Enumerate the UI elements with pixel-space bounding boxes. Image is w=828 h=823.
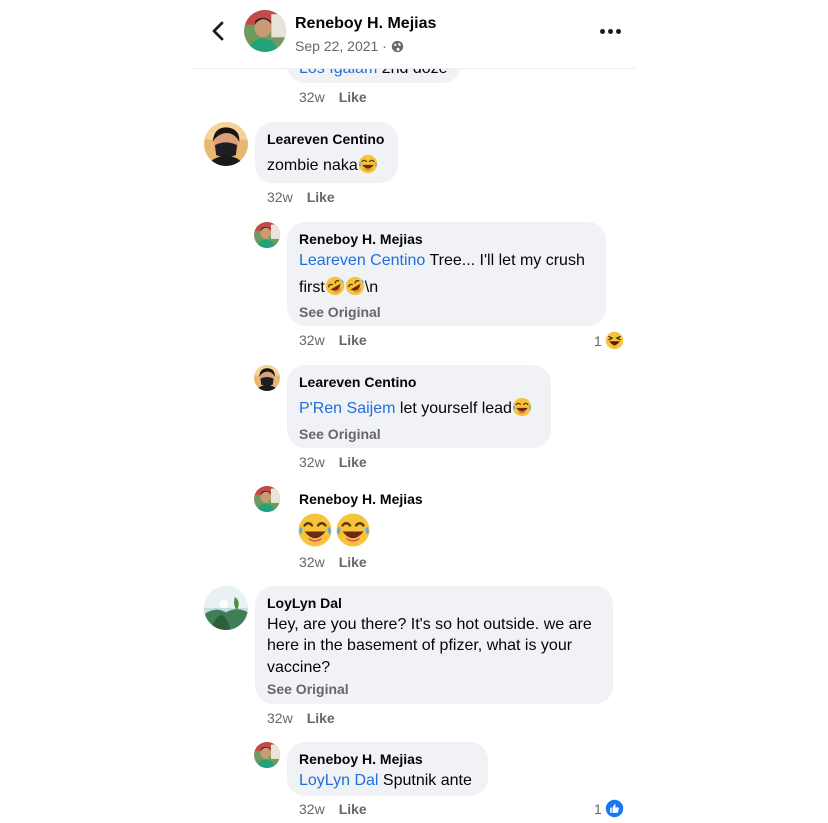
comment-meta: 32w Like bbox=[299, 801, 367, 817]
tears-of-joy-icon bbox=[297, 512, 333, 548]
commenter-name[interactable]: Reneboy H. Mejias bbox=[299, 231, 423, 247]
author-avatar[interactable] bbox=[244, 10, 286, 52]
comment-time[interactable]: 32w bbox=[299, 801, 325, 817]
comment-text: P'Ren Saijem let yourself lead bbox=[299, 398, 532, 419]
mention-link[interactable]: LoyLyn Dal bbox=[299, 772, 378, 789]
comment-time[interactable]: 32w bbox=[299, 454, 325, 470]
like-button[interactable]: Like bbox=[307, 710, 335, 726]
post-header: Reneboy H. Mejias Sep 22, 2021 · bbox=[192, 0, 636, 69]
comment-meta: 32w Like bbox=[299, 332, 367, 348]
comment-time[interactable]: 32w bbox=[299, 554, 325, 570]
post-date[interactable]: Sep 22, 2021 · bbox=[295, 38, 387, 54]
like-button[interactable]: Like bbox=[339, 89, 367, 105]
like-button[interactable]: Like bbox=[339, 332, 367, 348]
tears-of-joy-icon bbox=[335, 512, 371, 548]
rolling-laugh-icon bbox=[325, 276, 345, 296]
comment-text-line: first \n bbox=[299, 277, 378, 298]
comment-text: LoyLyn Dal Sputnik ante bbox=[299, 772, 472, 789]
commenter-name[interactable]: Leareven Centino bbox=[267, 131, 384, 147]
rolling-laugh-icon bbox=[345, 276, 365, 296]
more-options-button[interactable] bbox=[600, 22, 622, 40]
emoji-comment bbox=[297, 512, 371, 548]
comment-meta: 32w Like bbox=[299, 554, 367, 570]
commenter-name[interactable]: Reneboy H. Mejias bbox=[299, 751, 423, 767]
avatar[interactable] bbox=[204, 122, 248, 166]
like-button[interactable]: Like bbox=[339, 454, 367, 470]
chevron-left-icon bbox=[212, 21, 224, 41]
like-button[interactable]: Like bbox=[339, 554, 367, 570]
comment-time[interactable]: 32w bbox=[267, 189, 293, 205]
tears-of-joy-icon bbox=[358, 154, 378, 174]
comment-text-line: Hey, are you there? It's so hot outside.… bbox=[267, 616, 592, 633]
commenter-name[interactable]: Reneboy H. Mejias bbox=[299, 491, 423, 507]
comment-time[interactable]: 32w bbox=[299, 332, 325, 348]
author-name[interactable]: Reneboy H. Mejias bbox=[295, 15, 436, 33]
reaction-summary[interactable]: 1 bbox=[594, 799, 624, 818]
comment-time[interactable]: 32w bbox=[267, 710, 293, 726]
avatar[interactable] bbox=[254, 742, 280, 768]
comment-meta: 32w Like bbox=[267, 189, 335, 205]
like-reaction-icon bbox=[605, 799, 624, 818]
avatar[interactable] bbox=[254, 486, 280, 512]
avatar[interactable] bbox=[204, 586, 248, 630]
more-horizontal-icon bbox=[600, 28, 605, 34]
mention-link[interactable]: Leareven Centino bbox=[299, 252, 425, 269]
avatar[interactable] bbox=[254, 222, 280, 248]
commenter-name[interactable]: Leareven Centino bbox=[299, 374, 416, 390]
back-button[interactable] bbox=[208, 20, 230, 42]
comment-text: zombie naka bbox=[267, 155, 378, 176]
see-original-link[interactable]: See Original bbox=[267, 681, 349, 697]
see-original-link[interactable]: See Original bbox=[299, 426, 381, 442]
comment-meta: 32w Like bbox=[299, 89, 367, 105]
comment-text: Leareven Centino Tree... I'll let my cru… bbox=[299, 252, 585, 269]
avatar[interactable] bbox=[254, 365, 280, 391]
like-button[interactable]: Like bbox=[307, 189, 335, 205]
globe-icon bbox=[391, 40, 404, 52]
comment-meta: 32w Like bbox=[267, 710, 335, 726]
comment-meta: 32w Like bbox=[299, 454, 367, 470]
reaction-count: 1 bbox=[594, 800, 602, 817]
commenter-name[interactable]: LoyLyn Dal bbox=[267, 595, 342, 611]
post-meta: Sep 22, 2021 · bbox=[295, 38, 404, 54]
mention-link[interactable]: P'Ren Saijem bbox=[299, 400, 395, 417]
tears-of-joy-icon bbox=[512, 397, 532, 417]
comment-time[interactable]: 32w bbox=[299, 89, 325, 105]
reaction-summary[interactable]: 1 bbox=[594, 331, 624, 350]
see-original-link[interactable]: See Original bbox=[299, 304, 381, 320]
reaction-count: 1 bbox=[594, 332, 602, 349]
like-button[interactable]: Like bbox=[339, 801, 367, 817]
haha-reaction-icon bbox=[605, 331, 624, 350]
comment-text-line: vaccine? bbox=[267, 659, 331, 676]
comment-text-line: here in the basement of pfizer, what is … bbox=[267, 637, 573, 654]
